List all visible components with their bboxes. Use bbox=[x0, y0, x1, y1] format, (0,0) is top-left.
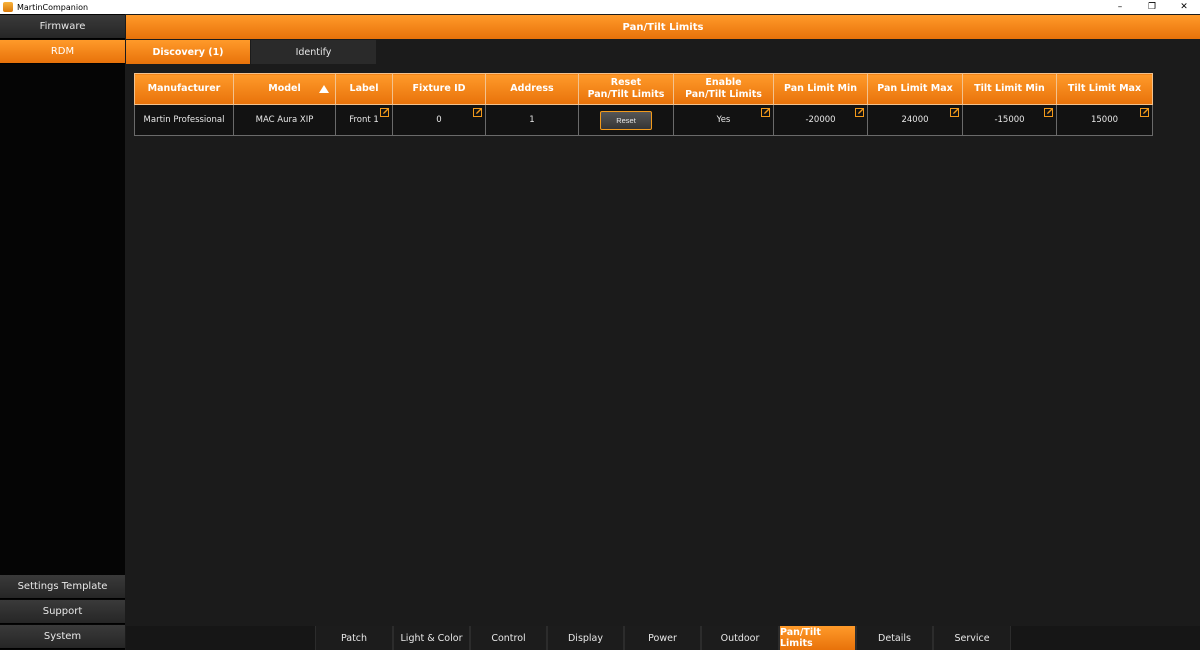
column-header-address[interactable]: Address bbox=[485, 73, 579, 105]
edit-pencil-icon[interactable] bbox=[950, 107, 960, 117]
cell-address: 1 bbox=[485, 104, 579, 136]
cell-pan-limit-min[interactable]: -20000 bbox=[773, 104, 868, 136]
page-title: Pan/Tilt Limits bbox=[126, 15, 1200, 39]
edit-pencil-icon[interactable] bbox=[855, 107, 865, 117]
column-header-reset-line2: Pan/Tilt Limits bbox=[587, 89, 665, 100]
cell-fixture-id[interactable]: 0 bbox=[392, 104, 486, 136]
tab-display[interactable]: Display bbox=[547, 626, 624, 650]
cell-enable-value: Yes bbox=[716, 115, 731, 125]
edit-pencil-icon[interactable] bbox=[761, 107, 771, 117]
sidebar-item-system[interactable]: System bbox=[0, 625, 125, 649]
edit-pencil-icon[interactable] bbox=[380, 107, 390, 117]
fixture-table: Manufacturer Model Label Fixture ID Addr… bbox=[134, 73, 1153, 136]
cell-pan-limit-max-value: 24000 bbox=[901, 115, 929, 125]
cell-label-value: Front 1 bbox=[349, 115, 379, 125]
column-header-model-label: Model bbox=[268, 83, 301, 94]
minimize-icon[interactable]: – bbox=[1104, 0, 1136, 14]
column-header-fixture-id[interactable]: Fixture ID bbox=[392, 73, 486, 105]
column-header-label[interactable]: Label bbox=[335, 73, 393, 105]
cell-tilt-limit-min-value: -15000 bbox=[994, 115, 1025, 125]
column-header-pan-limit-max[interactable]: Pan Limit Max bbox=[867, 73, 963, 105]
edit-pencil-icon[interactable] bbox=[473, 107, 483, 117]
cell-label[interactable]: Front 1 bbox=[335, 104, 393, 136]
cell-pan-limit-max[interactable]: 24000 bbox=[867, 104, 963, 136]
tab-discovery[interactable]: Discovery (1) bbox=[126, 40, 250, 64]
restore-icon[interactable]: ❐ bbox=[1136, 0, 1168, 14]
cell-enable[interactable]: Yes bbox=[673, 104, 774, 136]
cell-model: MAC Aura XIP bbox=[233, 104, 336, 136]
cell-reset: Reset bbox=[578, 104, 674, 136]
bottom-tab-bar: Patch Light & Color Control Display Powe… bbox=[126, 626, 1200, 650]
table-row[interactable]: Martin Professional MAC Aura XIP Front 1… bbox=[134, 104, 1153, 136]
tab-light-color[interactable]: Light & Color bbox=[393, 626, 470, 650]
window-title-bar: MartinCompanion – ❐ ✕ bbox=[0, 0, 1200, 14]
tab-service[interactable]: Service bbox=[933, 626, 1011, 650]
column-header-model[interactable]: Model bbox=[233, 73, 336, 105]
sidebar-item-settings-template[interactable]: Settings Template bbox=[0, 575, 125, 599]
sort-ascending-icon bbox=[319, 85, 329, 93]
tab-patch[interactable]: Patch bbox=[315, 626, 393, 650]
app-icon bbox=[3, 2, 13, 12]
tab-power[interactable]: Power bbox=[624, 626, 701, 650]
column-header-reset[interactable]: Reset Pan/Tilt Limits bbox=[578, 73, 674, 105]
cell-tilt-limit-max-value: 15000 bbox=[1090, 115, 1119, 125]
reset-button[interactable]: Reset bbox=[600, 110, 652, 130]
column-header-enable-line2: Pan/Tilt Limits bbox=[685, 89, 762, 100]
table-header-row: Manufacturer Model Label Fixture ID Addr… bbox=[134, 73, 1153, 105]
window-controls: – ❐ ✕ bbox=[1104, 0, 1200, 14]
tab-pan-tilt-limits[interactable]: Pan/Tilt Limits bbox=[779, 626, 856, 650]
sidebar-item-firmware[interactable]: Firmware bbox=[0, 15, 125, 39]
tab-control[interactable]: Control bbox=[470, 626, 547, 650]
column-header-pan-limit-min[interactable]: Pan Limit Min bbox=[773, 73, 868, 105]
cell-manufacturer: Martin Professional bbox=[134, 104, 234, 136]
column-header-tilt-limit-max[interactable]: Tilt Limit Max bbox=[1056, 73, 1153, 105]
tab-details[interactable]: Details bbox=[856, 626, 933, 650]
column-header-tilt-limit-min[interactable]: Tilt Limit Min bbox=[962, 73, 1057, 105]
tab-outdoor[interactable]: Outdoor bbox=[701, 626, 779, 650]
sidebar-item-rdm[interactable]: RDM bbox=[0, 40, 125, 64]
cell-pan-limit-min-value: -20000 bbox=[805, 115, 836, 125]
edit-pencil-icon[interactable] bbox=[1044, 107, 1054, 117]
cell-tilt-limit-min[interactable]: -15000 bbox=[962, 104, 1057, 136]
tab-identify[interactable]: Identify bbox=[251, 40, 376, 64]
column-header-enable-line1: Enable bbox=[705, 77, 742, 88]
column-header-reset-line1: Reset bbox=[610, 77, 642, 88]
window-title: MartinCompanion bbox=[17, 2, 89, 12]
cell-fixture-id-value: 0 bbox=[436, 115, 442, 125]
close-icon[interactable]: ✕ bbox=[1168, 0, 1200, 14]
sidebar-item-support[interactable]: Support bbox=[0, 600, 125, 624]
cell-tilt-limit-max[interactable]: 15000 bbox=[1056, 104, 1153, 136]
column-header-enable[interactable]: Enable Pan/Tilt Limits bbox=[673, 73, 774, 105]
sidebar: Firmware RDM Settings Template Support S… bbox=[0, 14, 125, 650]
column-header-manufacturer[interactable]: Manufacturer bbox=[134, 73, 234, 105]
edit-pencil-icon[interactable] bbox=[1140, 107, 1150, 117]
